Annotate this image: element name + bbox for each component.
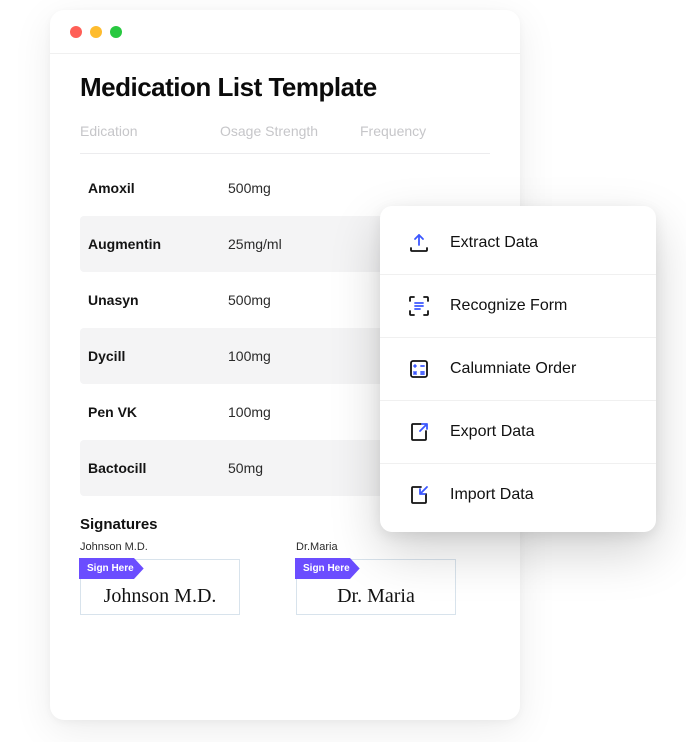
menu-item-extract-data[interactable]: Extract Data [380, 212, 656, 274]
page-title: Medication List Template [80, 72, 490, 103]
cell-dosage: 50mg [228, 460, 368, 476]
cell-dosage: 25mg/ml [228, 236, 368, 252]
context-menu: Extract Data Recognize Form [380, 206, 656, 532]
signature-block: Johnson M.D. Sign Here Johnson M.D. [80, 541, 240, 615]
cell-medication: Amoxil [88, 180, 228, 196]
cell-medication: Augmentin [88, 236, 228, 252]
signer-name: Dr.Maria [296, 541, 456, 553]
signature-field[interactable]: Sign Here Dr. Maria [296, 559, 456, 615]
cell-medication: Dycill [88, 348, 228, 364]
titlebar [50, 10, 520, 54]
col-header-frequency: Frequency [360, 123, 490, 139]
signature-value: Dr. Maria [337, 586, 415, 606]
import-icon [406, 482, 432, 508]
close-icon[interactable] [70, 26, 82, 38]
menu-item-label: Extract Data [450, 234, 538, 252]
cell-medication: Pen VK [88, 404, 228, 420]
signature-block: Dr.Maria Sign Here Dr. Maria [296, 541, 456, 615]
menu-item-calculate-order[interactable]: Calumniate Order [380, 337, 656, 400]
calculator-icon [406, 356, 432, 382]
table-header: Edication Osage Strength Frequency [80, 117, 490, 154]
sign-here-tag[interactable]: Sign Here [79, 558, 144, 579]
signatures-row: Johnson M.D. Sign Here Johnson M.D. Dr.M… [80, 541, 490, 615]
sign-here-tag[interactable]: Sign Here [295, 558, 360, 579]
cell-dosage: 100mg [228, 404, 368, 420]
col-header-medication: Edication [80, 123, 220, 139]
maximize-icon[interactable] [110, 26, 122, 38]
menu-item-recognize-form[interactable]: Recognize Form [380, 274, 656, 337]
signature-value: Johnson M.D. [104, 586, 217, 606]
signer-name: Johnson M.D. [80, 541, 240, 553]
menu-item-import-data[interactable]: Import Data [380, 463, 656, 526]
form-scan-icon [406, 293, 432, 319]
menu-item-label: Recognize Form [450, 297, 567, 315]
menu-item-label: Calumniate Order [450, 360, 576, 378]
cell-medication: Unasyn [88, 292, 228, 308]
menu-item-export-data[interactable]: Export Data [380, 400, 656, 463]
menu-item-label: Import Data [450, 486, 534, 504]
signature-field[interactable]: Sign Here Johnson M.D. [80, 559, 240, 615]
cell-dosage: 500mg [228, 180, 368, 196]
upload-icon [406, 230, 432, 256]
export-icon [406, 419, 432, 445]
cell-dosage: 500mg [228, 292, 368, 308]
cell-dosage: 100mg [228, 348, 368, 364]
menu-item-label: Export Data [450, 423, 534, 441]
col-header-dosage: Osage Strength [220, 123, 360, 139]
cell-medication: Bactocill [88, 460, 228, 476]
minimize-icon[interactable] [90, 26, 102, 38]
